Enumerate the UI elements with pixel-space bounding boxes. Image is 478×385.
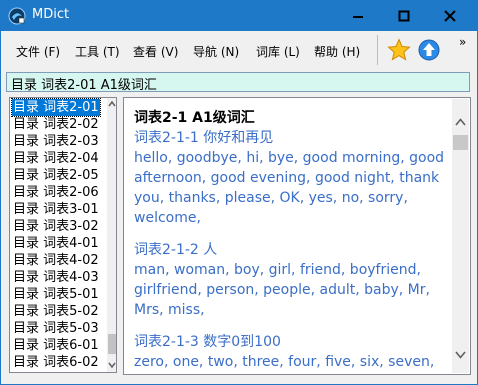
list-item[interactable]: 目录 词表2-01: [11, 98, 101, 117]
word-list[interactable]: man, woman, boy, girl, friend, boyfriend…: [134, 260, 452, 320]
scroll-down-arrow-icon[interactable]: [455, 351, 466, 359]
toolbar-separator: [377, 35, 378, 65]
list-item[interactable]: 目录 词表2-05: [12, 167, 100, 184]
close-icon: [444, 10, 456, 22]
list-item[interactable]: 目录 词表6-02: [12, 354, 100, 371]
definition-pane[interactable]: 词表2-1 A1级词汇 词表2-1-1 你好和再见 hello, goodbye…: [123, 97, 471, 375]
close-button[interactable]: [433, 1, 467, 31]
list-item[interactable]: 目录 词表2-03: [12, 133, 100, 150]
list-scroll-thumb[interactable]: [108, 334, 116, 354]
list-item[interactable]: 目录 词表2-02: [12, 116, 100, 133]
main-window: MDict 文件 (F) 工具 (T) 查看 (V) 导航 (N) 词库 (L)…: [0, 0, 478, 385]
maximize-icon: [398, 10, 410, 22]
definition-scrollbar[interactable]: [452, 99, 469, 373]
list-item[interactable]: 目录 词表2-04: [12, 150, 100, 167]
scroll-down-arrow-icon[interactable]: [108, 361, 116, 369]
list-item[interactable]: 目录 词表3-02: [12, 218, 100, 235]
toolbar-overflow-chevron-icon[interactable]: »: [459, 35, 466, 49]
list-item[interactable]: 目录 词表5-03: [12, 320, 100, 337]
minimize-button[interactable]: [341, 1, 375, 31]
list-item[interactable]: 目录 词表4-02: [12, 252, 100, 269]
list-item[interactable]: 目录 词表6-01: [12, 337, 100, 354]
maximize-button[interactable]: [387, 1, 421, 31]
list-item[interactable]: 目录 词表5-02: [12, 303, 100, 320]
section-subheading: 词表2-1-1 你好和再见: [134, 130, 274, 146]
minimize-icon: [353, 16, 363, 18]
menu-file[interactable]: 文件 (F): [16, 43, 60, 60]
section-subheading: 词表2-1-2 人: [134, 242, 218, 258]
scroll-up-arrow-icon[interactable]: [108, 100, 116, 108]
menu-view[interactable]: 查看 (V): [133, 43, 178, 60]
list-item[interactable]: 目录 词表5-01: [12, 286, 100, 303]
word-list[interactable]: zero, one, two, three, four, five, six, …: [134, 352, 452, 374]
menu-help[interactable]: 帮助 (H): [314, 43, 360, 60]
entry-heading: 词表2-1 A1级词汇: [134, 110, 255, 126]
list-item[interactable]: 目录 词表2-06: [12, 184, 100, 201]
definition-scroll-thumb[interactable]: [453, 135, 468, 150]
index-list[interactable]: 目录 词表2-01 目录 词表2-02 目录 词表2-03 目录 词表2-04 …: [9, 97, 117, 373]
menu-library[interactable]: 词库 (L): [256, 43, 300, 60]
scroll-up-arrow-icon[interactable]: [455, 118, 466, 126]
window-title: MDict: [32, 7, 70, 22]
list-scrollbar[interactable]: [107, 98, 116, 372]
word-list[interactable]: hello, goodbye, hi, bye, good morning, g…: [134, 148, 452, 228]
title-bar[interactable]: MDict: [1, 1, 477, 31]
list-item[interactable]: 目录 词表3-01: [12, 201, 100, 218]
list-item[interactable]: 目录 词表4-01: [12, 235, 100, 252]
list-item[interactable]: 目录 词表4-03: [12, 269, 100, 286]
headword-input[interactable]: 目录 词表2-01 A1级词汇: [6, 72, 470, 93]
go-up-icon[interactable]: [418, 39, 440, 61]
menu-tools[interactable]: 工具 (T): [75, 43, 120, 60]
menu-navigate[interactable]: 导航 (N): [193, 43, 239, 60]
definition-text: 词表2-1 A1级词汇 词表2-1-1 你好和再见 hello, goodbye…: [134, 108, 452, 374]
mdict-app-icon: [8, 7, 26, 25]
favorite-star-icon[interactable]: [387, 38, 411, 62]
section-subheading: 词表2-1-3 数字0到100: [134, 334, 281, 350]
